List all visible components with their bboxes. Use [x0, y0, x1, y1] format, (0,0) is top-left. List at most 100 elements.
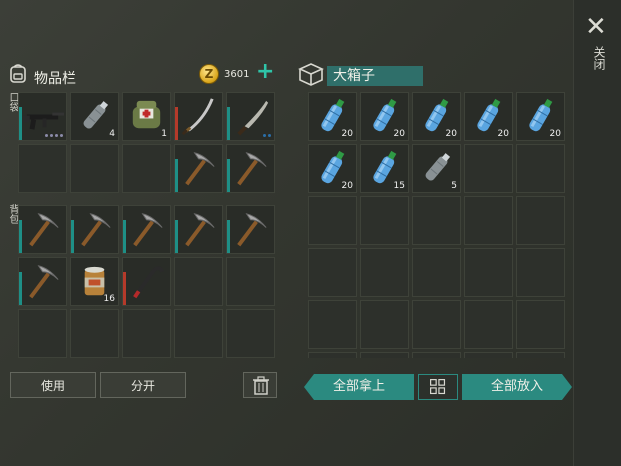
sort-grid-icon — [430, 379, 446, 395]
chest-slot[interactable] — [412, 352, 461, 358]
pickaxe-icon — [133, 213, 163, 247]
chest-slot[interactable] — [516, 352, 565, 358]
chest-slot[interactable] — [464, 196, 513, 245]
chest-grid: 20 20 20 20 20 20 15 5 — [308, 92, 565, 358]
backpack-slot[interactable] — [122, 309, 171, 358]
backpack-slot[interactable] — [18, 205, 67, 254]
chest-slot[interactable] — [464, 352, 513, 358]
backpack-slot[interactable] — [174, 205, 223, 254]
chest-slot[interactable] — [360, 196, 409, 245]
chest-slot[interactable]: 20 — [360, 92, 409, 141]
item-count: 20 — [549, 129, 561, 139]
item-count: 5 — [451, 181, 457, 191]
durability-bar — [227, 107, 230, 140]
durability-bar — [123, 272, 126, 305]
chest-slot[interactable] — [308, 248, 357, 297]
machete-icon — [237, 100, 269, 136]
item-count: 20 — [497, 129, 509, 139]
chest-slot[interactable] — [516, 300, 565, 349]
attachment-dots — [45, 134, 63, 137]
chest-slot[interactable] — [308, 352, 357, 358]
chest-slot[interactable] — [412, 300, 461, 349]
pickaxe-icon — [29, 265, 59, 299]
backpack-slot[interactable] — [226, 205, 275, 254]
item-count: 20 — [341, 181, 353, 191]
take-all-button[interactable]: 全部拿上 — [304, 374, 414, 400]
backpack-slot[interactable] — [122, 205, 171, 254]
chest-slot[interactable] — [464, 144, 513, 193]
chest-slot[interactable] — [360, 248, 409, 297]
pocket-slot[interactable]: 1 — [122, 92, 171, 141]
pocket-slot[interactable] — [18, 144, 67, 193]
backpack-icon — [10, 64, 26, 83]
pocket-slot[interactable] — [174, 92, 223, 141]
backpack-slot[interactable] — [18, 257, 67, 306]
pocket-slot[interactable] — [122, 144, 171, 193]
backpack-slot[interactable] — [174, 309, 223, 358]
chest-slot[interactable]: 20 — [308, 144, 357, 193]
backpack-grid: 16 — [18, 205, 275, 358]
pickaxe-icon — [29, 213, 59, 247]
chest-icon — [298, 63, 324, 86]
use-button[interactable]: 使用 — [10, 372, 96, 398]
close-label[interactable]: 关闭 — [586, 46, 606, 70]
katana-icon — [181, 98, 214, 136]
chest-slot[interactable]: 20 — [464, 92, 513, 141]
attachment-dots — [263, 134, 271, 137]
trash-button[interactable] — [243, 372, 277, 398]
durability-bar — [123, 220, 126, 253]
pocket-slot[interactable] — [70, 144, 119, 193]
pocket-slot[interactable] — [226, 144, 275, 193]
inventory-title: 物品栏 — [34, 71, 76, 87]
backpack-slot[interactable] — [122, 257, 171, 306]
backpack-slot[interactable] — [226, 257, 275, 306]
durability-bar — [227, 159, 230, 192]
pickaxe-icon — [185, 152, 215, 186]
chest-slot[interactable] — [464, 300, 513, 349]
durability-bar — [175, 159, 178, 192]
backpack-slot[interactable] — [174, 257, 223, 306]
pocket-slot[interactable] — [18, 92, 67, 141]
durability-bar — [19, 220, 22, 253]
chest-slot[interactable]: 20 — [516, 92, 565, 141]
chest-slot[interactable]: 5 — [412, 144, 461, 193]
chest-slot[interactable]: 15 — [360, 144, 409, 193]
item-count: 15 — [393, 181, 405, 191]
backpack-slot[interactable]: 16 — [70, 257, 119, 306]
backpack-slot[interactable] — [70, 309, 119, 358]
backpack-slot[interactable] — [18, 309, 67, 358]
chest-slot[interactable] — [360, 352, 409, 358]
chest-slot[interactable] — [516, 248, 565, 297]
item-count: 20 — [341, 129, 353, 139]
chest-slot[interactable] — [360, 300, 409, 349]
pickaxe-icon — [237, 152, 267, 186]
item-count: 1 — [161, 129, 167, 139]
chest-slot[interactable]: 20 — [308, 92, 357, 141]
chest-slot[interactable] — [412, 196, 461, 245]
durability-bar — [19, 272, 22, 305]
pocket-slot[interactable] — [226, 92, 275, 141]
chest-slot[interactable] — [308, 300, 357, 349]
chest-slot[interactable] — [516, 196, 565, 245]
item-count: 16 — [103, 294, 115, 304]
add-coins-button[interactable]: + — [256, 61, 274, 83]
durability-bar — [227, 220, 230, 253]
chest-slot[interactable] — [412, 248, 461, 297]
chest-title: 大箱子 — [327, 66, 423, 86]
split-button[interactable]: 分开 — [100, 372, 186, 398]
pocket-slot[interactable] — [174, 144, 223, 193]
chest-slot[interactable] — [516, 144, 565, 193]
rifle-icon — [22, 112, 65, 130]
chest-slot[interactable] — [464, 248, 513, 297]
durability-bar — [71, 220, 74, 253]
backpack-slot[interactable] — [70, 205, 119, 254]
chest-slot[interactable] — [308, 196, 357, 245]
chest-slot[interactable]: 20 — [412, 92, 461, 141]
put-all-button[interactable]: 全部放入 — [462, 374, 572, 400]
backpack-slot[interactable] — [226, 309, 275, 358]
sort-button[interactable] — [418, 374, 458, 400]
pickaxe-icon — [237, 213, 267, 247]
pocket-slot[interactable]: 4 — [70, 92, 119, 141]
close-icon[interactable]: ✕ — [585, 14, 607, 40]
pocket-grid: 41 — [18, 92, 275, 193]
